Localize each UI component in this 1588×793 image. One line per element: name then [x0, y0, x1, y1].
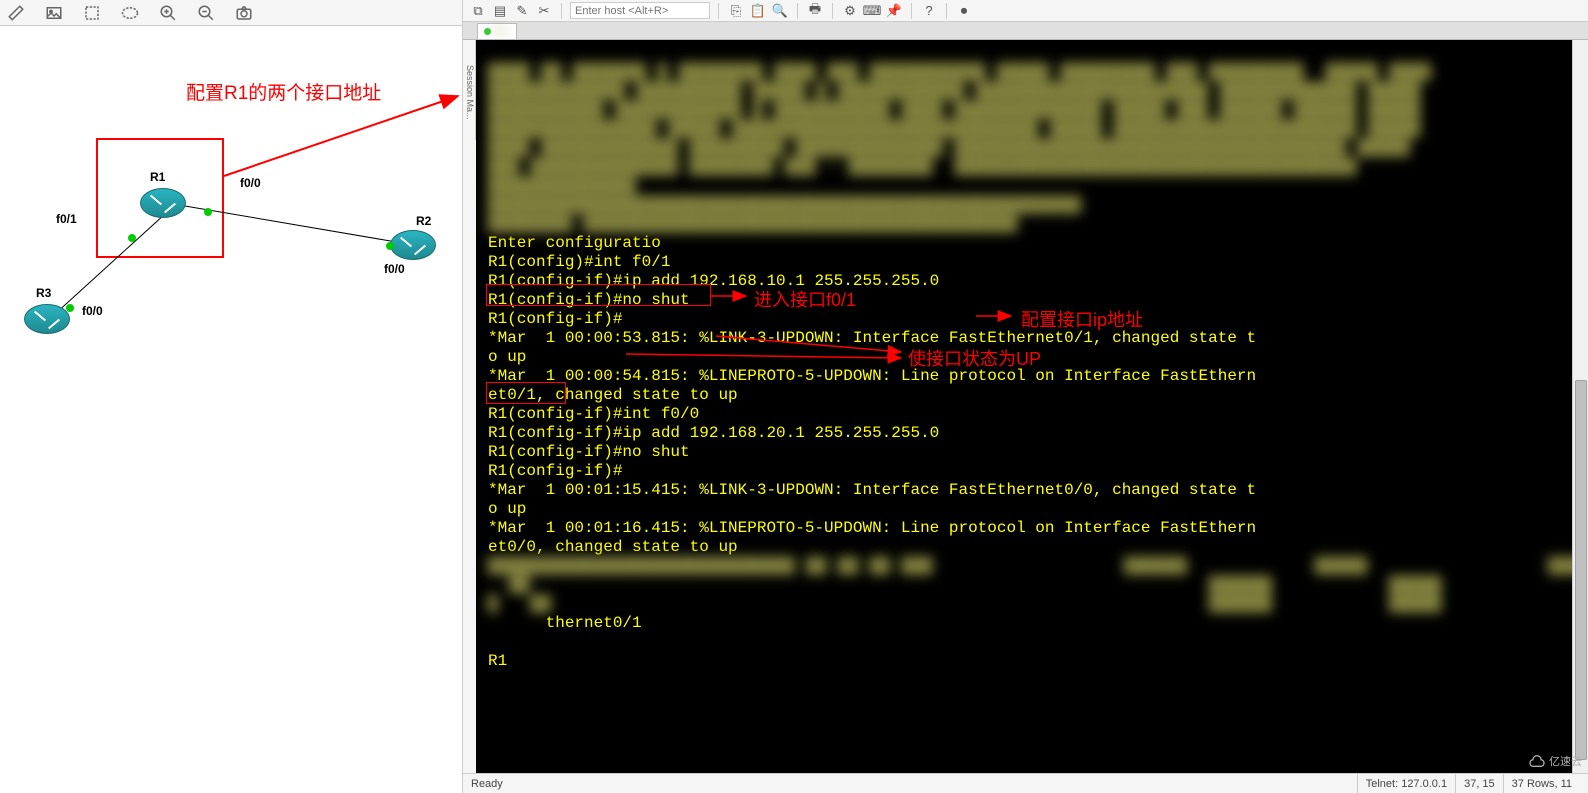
- session-manager-tab[interactable]: Session Ma...: [463, 40, 476, 140]
- link-dot: [128, 234, 136, 242]
- edit-icon[interactable]: [6, 3, 26, 23]
- annotation-arrow: [0, 26, 462, 793]
- link-dot: [204, 208, 212, 216]
- topology-toolbar: [0, 0, 462, 26]
- terminal-tab[interactable]: R1: [477, 23, 517, 39]
- topology-pane: 配置R1的两个接口地址 R1 f0/0 f0/1 R2 f0/0 R3 f0/0: [0, 0, 463, 793]
- router-r3[interactable]: [24, 304, 70, 334]
- tb-icon-cascade[interactable]: ⧉: [469, 2, 487, 20]
- image-icon[interactable]: [44, 3, 64, 23]
- tb-icon-note[interactable]: ✎: [513, 2, 531, 20]
- tb-icon-settings[interactable]: ⚙: [841, 2, 859, 20]
- if-r1-f00: f0/0: [240, 176, 261, 190]
- terminal-line: *Mar 1 00:00:54.815: %LINEPROTO-5-UPDOWN…: [488, 367, 1256, 385]
- term-highlight-box-2: [486, 382, 566, 404]
- link-dot: [66, 304, 74, 312]
- router-r3-label: R3: [36, 286, 51, 300]
- router-r2[interactable]: [390, 230, 436, 260]
- term-annotation-3: 使接口状态为UP: [908, 345, 1041, 371]
- status-protocol: Telnet: 127.0.0.1: [1357, 774, 1455, 793]
- tb-icon-pin[interactable]: 📌: [885, 2, 903, 20]
- tb-icon-keyboard[interactable]: ⌨: [863, 2, 881, 20]
- terminal-pane: ⧉ ▤ ✎ ✂ ⎘ 📋 🔍 🖶 ⚙ ⌨ 📌 ? ⏺ R1 Session Ma.…: [463, 0, 1588, 793]
- terminal-line: R1(config-if)#no shut: [488, 443, 690, 461]
- terminal-line: [488, 633, 498, 651]
- if-r2-f00: f0/0: [384, 262, 405, 276]
- if-r3-f00: f0/0: [82, 304, 103, 318]
- terminal-output[interactable]: ████ ██ ███████ █ ████████ ████ ███ ████…: [476, 40, 1572, 773]
- tb-icon-record[interactable]: ⏺: [955, 2, 973, 20]
- tb-icon-print[interactable]: 🖶: [806, 2, 824, 20]
- terminal-line: thernet0/1: [488, 614, 642, 632]
- tb-icon-paste[interactable]: 📋: [749, 2, 767, 20]
- terminal-area: ████ ██ ███████ █ ████████ ████ ███ ████…: [476, 40, 1588, 773]
- terminal-line: R1(config-if)#ip add 192.168.20.1 255.25…: [488, 424, 939, 442]
- tab-strip: R1: [463, 22, 1588, 40]
- status-size: 37 Rows, 11: [1503, 774, 1580, 793]
- topology-canvas[interactable]: 配置R1的两个接口地址 R1 f0/0 f0/1 R2 f0/0 R3 f0/0: [0, 26, 462, 793]
- camera-icon[interactable]: [234, 3, 254, 23]
- terminal-line: R1(config-if)#int f0/0: [488, 405, 699, 423]
- status-ready: Ready: [471, 778, 503, 790]
- router-r1-label: R1: [150, 170, 165, 184]
- tb-icon-cut[interactable]: ✂: [535, 2, 553, 20]
- zoom-out-icon[interactable]: [196, 3, 216, 23]
- select-icon[interactable]: [82, 3, 102, 23]
- terminal-line: *Mar 1 00:01:16.415: %LINEPROTO-5-UPDOWN…: [488, 519, 1256, 537]
- if-r1-f01: f0/1: [56, 212, 77, 226]
- terminal-line: R1(config)#int f0/1: [488, 253, 670, 271]
- host-input[interactable]: [570, 2, 710, 19]
- terminal-line: R1(config-if)#: [488, 310, 622, 328]
- zoom-in-icon[interactable]: [158, 3, 178, 23]
- oval-icon[interactable]: [120, 3, 140, 23]
- link-dot: [386, 242, 394, 250]
- terminal-line: o up: [488, 348, 526, 366]
- status-bar: Ready Telnet: 127.0.0.1 37, 15 37 Rows, …: [463, 773, 1588, 793]
- terminal-toolbar: ⧉ ▤ ✎ ✂ ⎘ 📋 🔍 🖶 ⚙ ⌨ 📌 ? ⏺: [463, 0, 1588, 22]
- status-cursor-pos: 37, 15: [1455, 774, 1503, 793]
- term-annotation-2: 配置接口ip地址: [1021, 306, 1143, 332]
- terminal-line: et0/0, changed state to up: [488, 538, 738, 556]
- terminal-line: R1(config-if)#: [488, 462, 622, 480]
- terminal-line: o up: [488, 500, 526, 518]
- term-highlight-box-1: [486, 284, 711, 306]
- terminal-line: R1: [488, 652, 507, 670]
- router-r2-label: R2: [416, 214, 431, 228]
- terminal-line: *Mar 1 00:01:15.415: %LINK-3-UPDOWN: Int…: [488, 481, 1256, 499]
- annotation-title: 配置R1的两个接口地址: [186, 78, 381, 105]
- tb-icon-find[interactable]: 🔍: [771, 2, 789, 20]
- tb-icon-tile[interactable]: ▤: [491, 2, 509, 20]
- tb-icon-help[interactable]: ?: [920, 2, 938, 20]
- router-r1[interactable]: [140, 188, 186, 218]
- topology-links: [0, 26, 462, 793]
- term-annotation-1: 进入接口f0/1: [754, 286, 856, 312]
- terminal-scrollbar[interactable]: [1572, 40, 1588, 773]
- tb-icon-copy[interactable]: ⎘: [727, 2, 745, 20]
- scrollbar-thumb[interactable]: [1575, 380, 1587, 760]
- terminal-line: Enter configuratio: [488, 234, 661, 252]
